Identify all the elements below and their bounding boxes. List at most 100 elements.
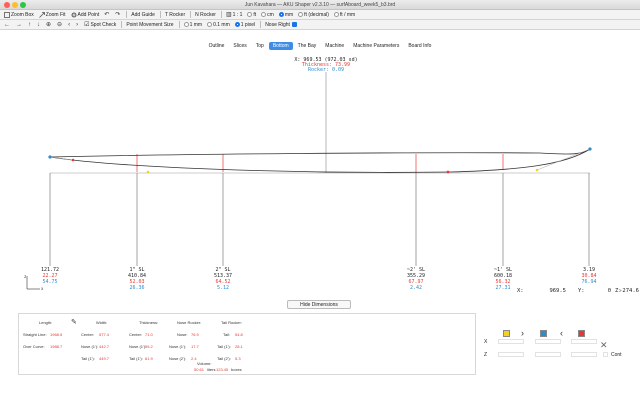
control-point[interactable] bbox=[146, 170, 150, 174]
scale-button[interactable]: ▥ 1 : 1 bbox=[224, 11, 244, 19]
previous-button[interactable]: ‹ bbox=[66, 21, 73, 29]
length-heading: Length: bbox=[39, 320, 53, 325]
width-tail-value: 449.7 bbox=[99, 356, 110, 361]
title-bar: Jun Kavahara — AKU Shaper v2.3.10 — surf… bbox=[0, 0, 640, 10]
deck-curve[interactable] bbox=[49, 148, 591, 158]
redo-icon: ↷ bbox=[115, 12, 121, 18]
unit-cm-radio[interactable]: cm bbox=[259, 11, 276, 19]
pan-down-button[interactable]: ↓ bbox=[35, 21, 43, 29]
straight-line-label: Straight Line: bbox=[23, 332, 47, 337]
pan-left-button[interactable]: ← bbox=[2, 21, 13, 29]
tab-machine[interactable]: Machine bbox=[321, 42, 348, 50]
radio-icon bbox=[333, 12, 339, 17]
pencil-icon[interactable]: ✎ bbox=[71, 318, 77, 326]
chevron-right-icon[interactable]: › bbox=[521, 328, 524, 338]
width-nose-value: 442.7 bbox=[99, 344, 110, 349]
unit-ft-mm-radio[interactable]: ft / mm bbox=[332, 11, 357, 19]
control-panel: › ‹ X ✕ Z Cont bbox=[483, 313, 640, 375]
unit-ft-decimal-radio[interactable]: ft (decimal) bbox=[296, 11, 331, 19]
nose-rocker-1ft-value: 17.7 bbox=[191, 344, 199, 349]
toolbar-separator bbox=[126, 11, 128, 18]
zoom-fit-button[interactable]: Zoom Fit bbox=[37, 11, 68, 19]
continuous-checkbox[interactable] bbox=[603, 352, 608, 357]
radio-icon bbox=[247, 12, 253, 17]
toolbar-separator bbox=[121, 21, 123, 28]
unit-ft-radio[interactable]: ft bbox=[245, 11, 258, 19]
redo-button[interactable]: ↷ bbox=[113, 11, 123, 19]
move-1mm-radio[interactable]: 1 mm bbox=[182, 21, 205, 29]
cursor-x-value: 969.5 bbox=[549, 288, 566, 294]
add-point-icon bbox=[71, 12, 77, 17]
spot-check-button[interactable]: ☑ Spot Check bbox=[82, 21, 118, 29]
arrow-left-icon: ← bbox=[4, 21, 10, 28]
station-value: 54.75 bbox=[42, 279, 57, 285]
zoom-fit-icon bbox=[39, 11, 45, 18]
close-icon[interactable]: ✕ bbox=[600, 340, 608, 351]
tail-rocker-2ft-value: 5.3 bbox=[235, 356, 241, 361]
arrow-up-icon: ↑ bbox=[28, 21, 31, 28]
nose-right-toggle[interactable]: Nose Right bbox=[263, 21, 299, 29]
yellow-point-tool[interactable] bbox=[503, 330, 510, 337]
nose-rocker-1ft-label: Nose (1'): bbox=[169, 344, 187, 349]
add-guide-button[interactable]: Add Guide bbox=[129, 11, 157, 19]
tail-rocker-1ft-label: Tail (1'): bbox=[217, 344, 231, 349]
thickness-nose-value: 55.2 bbox=[145, 344, 153, 349]
thickness-nose-label: Nose (1'): bbox=[129, 344, 147, 349]
control-point[interactable] bbox=[535, 168, 539, 172]
pan-right-button[interactable]: → bbox=[14, 21, 25, 29]
volume-liters-label: liters bbox=[207, 367, 216, 372]
tab-outline[interactable]: Outline bbox=[205, 42, 229, 50]
x-field-1[interactable] bbox=[498, 339, 524, 344]
volume-boxes-label: boxes bbox=[231, 367, 242, 372]
t-rocker-button[interactable]: T Rocker bbox=[163, 11, 187, 19]
tab-machine-parameters[interactable]: Machine Parameters bbox=[349, 42, 403, 50]
tab-top[interactable]: Top bbox=[252, 42, 268, 50]
checkbox-checked-icon bbox=[291, 22, 297, 27]
control-point[interactable] bbox=[446, 170, 450, 174]
over-curve-value: 1988.7 bbox=[50, 344, 63, 349]
width-nose-label: Nose (1'): bbox=[81, 344, 99, 349]
zoom-in-button[interactable]: ⊕ bbox=[44, 21, 54, 29]
tail-rocker-2ft-label: Tail (2'): bbox=[217, 356, 231, 361]
chevron-left-icon[interactable]: ‹ bbox=[560, 328, 563, 338]
nose-end-point[interactable] bbox=[588, 147, 592, 151]
cursor-y-label: Y: bbox=[578, 288, 585, 294]
next-button[interactable]: › bbox=[74, 21, 81, 29]
x-field-3[interactable] bbox=[571, 339, 597, 344]
z-field-2[interactable] bbox=[535, 352, 561, 357]
tab-bottom[interactable]: Bottom bbox=[268, 42, 293, 50]
svg-text:x: x bbox=[41, 286, 44, 291]
pan-up-button[interactable]: ↑ bbox=[26, 21, 34, 29]
control-point[interactable] bbox=[71, 158, 75, 162]
thickness-center-value: 71.0 bbox=[145, 332, 153, 337]
hide-dimensions-button[interactable]: Hide Dimensions bbox=[287, 300, 351, 309]
tail-end-point[interactable] bbox=[48, 155, 52, 159]
cursor-z-value: -274.6 bbox=[619, 288, 639, 294]
zoom-in-icon: ⊕ bbox=[46, 22, 52, 28]
zoom-box-button[interactable]: Zoom Box bbox=[2, 11, 36, 19]
tab-the-bay[interactable]: The Bay bbox=[294, 42, 321, 50]
toolbar-separator bbox=[260, 21, 262, 28]
n-rocker-button[interactable]: N Rocker bbox=[193, 11, 218, 19]
board-canvas[interactable]: X: 969.53 (972.03 sd) Thickness: 73.99 R… bbox=[0, 50, 640, 295]
blue-point-tool[interactable] bbox=[540, 330, 547, 337]
tab-slices[interactable]: Slices bbox=[229, 42, 250, 50]
add-point-button[interactable]: Add Point bbox=[69, 11, 102, 19]
nose-rocker-2ft-label: Nose (2'): bbox=[169, 356, 187, 361]
tab-board-info[interactable]: Board Info bbox=[404, 42, 435, 50]
red-point-tool[interactable] bbox=[578, 330, 585, 337]
width-center-value: 577.4 bbox=[99, 332, 110, 337]
tail-guide-line bbox=[49, 156, 74, 161]
nose-rocker-heading: Nose Rocker: bbox=[177, 320, 202, 325]
x-field-2[interactable] bbox=[535, 339, 561, 344]
radio-icon bbox=[207, 22, 213, 27]
z-field-3[interactable] bbox=[571, 352, 597, 357]
zoom-out-button[interactable]: ⊖ bbox=[55, 21, 65, 29]
undo-button[interactable]: ↶ bbox=[102, 11, 112, 19]
width-heading: Width: bbox=[96, 320, 108, 325]
unit-mm-radio[interactable]: mm bbox=[277, 11, 295, 19]
move-1px-radio[interactable]: 1 pixel bbox=[233, 21, 257, 29]
move-01mm-radio[interactable]: 0.1 mm bbox=[205, 21, 232, 29]
z-field-1[interactable] bbox=[498, 352, 524, 357]
station-value: 76.94 bbox=[581, 279, 596, 285]
